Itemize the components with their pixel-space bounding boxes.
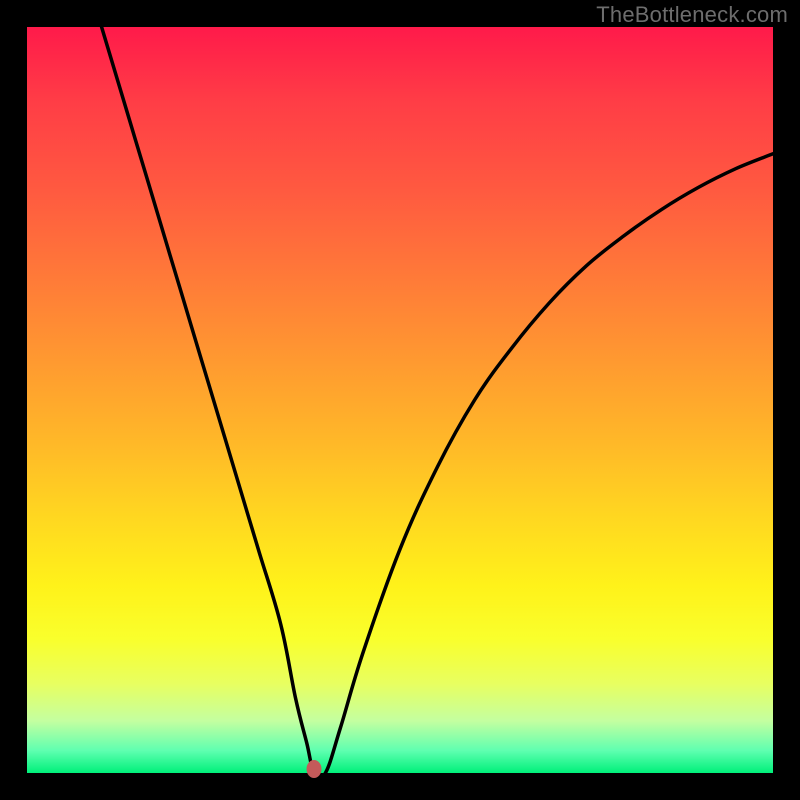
watermark-text: TheBottleneck.com: [596, 2, 788, 28]
bottleneck-marker: [307, 760, 322, 778]
chart-container: TheBottleneck.com: [0, 0, 800, 800]
curve-path: [102, 27, 773, 773]
plot-area: [27, 27, 773, 773]
bottleneck-curve: [27, 27, 773, 773]
